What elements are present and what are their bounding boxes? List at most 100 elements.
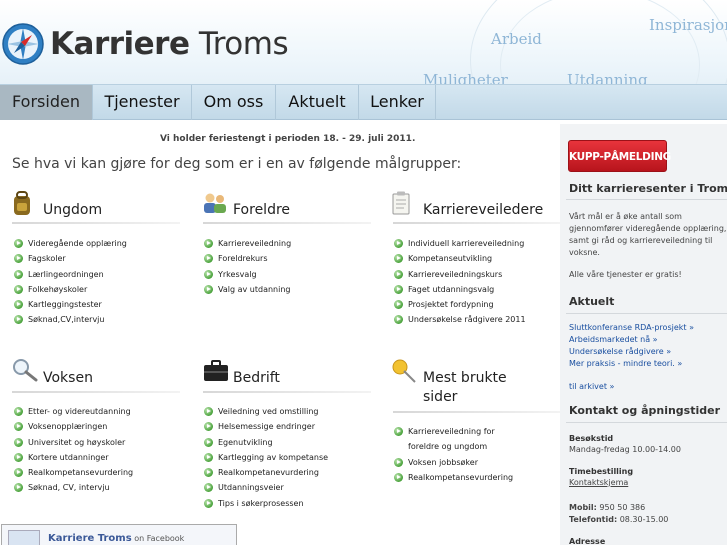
- site-logo[interactable]: Karriere Troms: [50, 22, 289, 66]
- link-label: foreldre og ungdom: [408, 442, 488, 452]
- list-item[interactable]: Universitet og høyskoler: [14, 435, 133, 450]
- kontaktskjema-link[interactable]: Kontaktskjema: [569, 477, 628, 489]
- arrow-bullet-icon: [14, 315, 23, 325]
- list-item[interactable]: Valg av utdanning: [204, 282, 291, 297]
- list-item[interactable]: Karriereveiledningskurs: [394, 267, 526, 282]
- news-link[interactable]: Sluttkonferanse RDA-prosjekt »: [569, 322, 694, 334]
- facebook-page-name[interactable]: Karriere Troms on Facebook: [48, 533, 184, 544]
- list-item[interactable]: Utdanningsveier: [204, 480, 328, 495]
- list-item[interactable]: Kartleggingstester: [14, 297, 127, 312]
- group-title-mest-brukte-line2[interactable]: sider: [423, 387, 457, 407]
- link-label: Faget utdanningsvalg: [408, 284, 495, 294]
- nav-aktuelt[interactable]: Aktuelt: [276, 85, 359, 120]
- list-item[interactable]: Videregående opplæring: [14, 236, 127, 251]
- list-item[interactable]: Kortere utdanninger: [14, 450, 133, 465]
- arrow-bullet-icon: [14, 239, 23, 248]
- foreldre-links: Karriereveiledning Foreldrekurs Yrkesval…: [204, 236, 291, 297]
- link-label: Yrkesvalg: [218, 269, 257, 279]
- kupp-registration-button[interactable]: KUPP-PÅMELDING: [568, 140, 671, 172]
- list-item-continuation[interactable]: foreldre og ungdom: [394, 439, 513, 454]
- list-item[interactable]: Voksen jobbsøker: [394, 455, 513, 470]
- arrow-bullet-icon: [204, 452, 213, 462]
- arrow-bullet-icon: [394, 269, 403, 279]
- list-item[interactable]: Egenutvikling: [204, 435, 328, 450]
- arrow-bullet-icon: [204, 468, 213, 478]
- nav-tjenester[interactable]: Tjenester: [93, 85, 192, 120]
- list-item[interactable]: Kartlegging av kompetanse: [204, 450, 328, 465]
- telefontid-line: Telefontid: 08.30-15.00: [569, 514, 668, 526]
- sidebar-divider: [566, 422, 727, 423]
- arrow-bullet-icon: [394, 284, 403, 294]
- karrieresenter-text: samt gi råd og karriereveiledning til: [569, 236, 713, 245]
- archive-link[interactable]: til arkivet »: [569, 381, 614, 393]
- list-item[interactable]: Veiledning ved omstilling: [204, 404, 328, 419]
- group-title-ungdom[interactable]: Ungdom: [43, 200, 102, 220]
- list-item[interactable]: Individuell karriereveiledning: [394, 236, 526, 251]
- besokstid-label: Besøkstid: [569, 434, 614, 443]
- group-title-mest-brukte-line1[interactable]: Mest brukte: [423, 368, 507, 388]
- list-item[interactable]: Karriereveiledning: [204, 236, 291, 251]
- facebook-widget[interactable]: Karriere Troms on Facebook: [1, 524, 237, 545]
- list-item[interactable]: Lærlingeordningen: [14, 267, 127, 282]
- list-item[interactable]: Fagskoler: [14, 251, 127, 266]
- link-label: Kartlegging av kompetanse: [218, 452, 329, 462]
- gratis-text: Alle våre tjenester er gratis!: [569, 270, 682, 279]
- list-item[interactable]: Tips i søkerprosessen: [204, 496, 328, 511]
- link-label: Fagskoler: [28, 254, 66, 264]
- arrow-bullet-icon: [14, 437, 23, 447]
- besokstid-value: Mandag-fredag 10.00-14.00: [569, 445, 681, 454]
- list-item[interactable]: Folkehøyskoler: [14, 282, 127, 297]
- list-item[interactable]: Kompetanseutvikling: [394, 251, 526, 266]
- list-item[interactable]: Etter- og videreutdanning: [14, 404, 133, 419]
- list-item[interactable]: Søknad, CV, intervju: [14, 480, 133, 495]
- arrow-bullet-icon: [204, 254, 213, 264]
- list-item[interactable]: Voksenopplæringen: [14, 419, 133, 434]
- list-item[interactable]: Søknad,CV,intervju: [14, 312, 127, 327]
- briefcase-icon: [204, 360, 228, 381]
- link-label: Undersøkelse rådgivere 2011: [408, 315, 526, 325]
- list-item[interactable]: Helsemessige endringer: [204, 419, 328, 434]
- list-item[interactable]: Karriereveiledning for: [394, 424, 513, 439]
- arrow-bullet-icon: [204, 239, 213, 248]
- group-title-karriereveiledere[interactable]: Karriereveiledere: [423, 200, 560, 220]
- intro-heading: Se hva vi kan gjøre for deg som er i en …: [12, 156, 462, 172]
- list-item[interactable]: Foreldrekurs: [204, 251, 291, 266]
- news-link[interactable]: Undersøkelse rådgivere »: [569, 346, 671, 358]
- facebook-name: Karriere Troms: [48, 533, 132, 544]
- arrow-bullet-icon: [14, 452, 23, 462]
- compass-logo-icon[interactable]: [1, 22, 45, 66]
- link-label: Realkompetansevurdering: [28, 468, 134, 478]
- list-item[interactable]: Realkompetansevurdering: [394, 470, 513, 485]
- nav-om-oss[interactable]: Om oss: [192, 85, 276, 120]
- group-title-bedrift[interactable]: Bedrift: [233, 368, 280, 388]
- list-item[interactable]: Realkompetanevurdering: [204, 465, 328, 480]
- link-label: Karriereveiledning: [218, 239, 292, 248]
- arrow-bullet-icon: [394, 315, 403, 325]
- news-link[interactable]: Mer praksis - mindre teori. »: [569, 358, 682, 370]
- list-item[interactable]: Yrkesvalg: [204, 267, 291, 282]
- link-label: Videregående opplæring: [28, 239, 127, 248]
- arrow-bullet-icon: [14, 300, 23, 310]
- link-label: Søknad, CV, intervju: [28, 483, 110, 493]
- list-item[interactable]: Undersøkelse rådgivere 2011: [394, 312, 526, 327]
- link-label: Lærlingeordningen: [28, 269, 104, 279]
- news-link[interactable]: Arbeidsmarkedet nå »: [569, 334, 658, 346]
- arrow-bullet-icon: [14, 422, 23, 432]
- link-label: Prosjektet fordypning: [408, 300, 494, 310]
- link-label: Universitet og høyskoler: [28, 437, 126, 447]
- link-label: Veiledning ved omstilling: [218, 407, 319, 416]
- list-item[interactable]: Faget utdanningsvalg: [394, 282, 526, 297]
- link-label: Tips i søkerprosessen: [218, 498, 304, 508]
- nav-forsiden[interactable]: Forsiden: [0, 85, 93, 120]
- group-title-voksen[interactable]: Voksen: [43, 368, 93, 388]
- arrow-bullet-icon: [14, 284, 23, 294]
- list-item[interactable]: Realkompetansevurdering: [14, 465, 133, 480]
- nav-lenker[interactable]: Lenker: [359, 85, 436, 120]
- arrow-bullet-icon: [204, 498, 213, 508]
- group-title-foreldre[interactable]: Foreldre: [233, 200, 290, 220]
- link-label: Folkehøyskoler: [28, 284, 88, 294]
- link-label: Søknad,CV,intervju: [28, 315, 105, 325]
- list-item[interactable]: Prosjektet fordypning: [394, 297, 526, 312]
- arrow-bullet-icon: [14, 269, 23, 279]
- link-label: Realkompetansevurdering: [408, 472, 514, 482]
